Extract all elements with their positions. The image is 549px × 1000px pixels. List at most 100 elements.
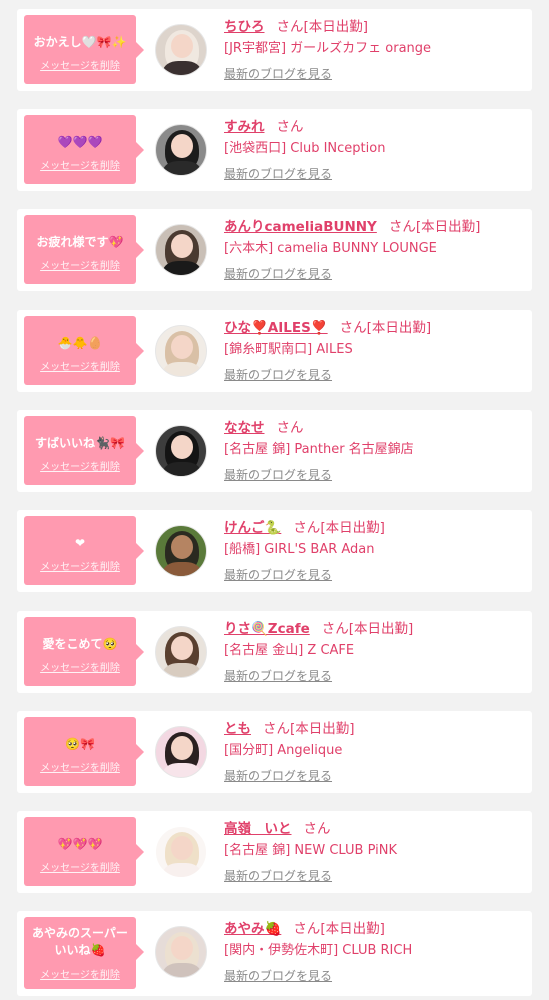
avatar[interactable] [155,626,207,678]
avatar[interactable] [155,325,207,377]
list-item: 🐣🐥🥚 メッセージを削除 ひな❣️AILES❣️ さん[本日出勤] [錦糸町駅南口… [17,310,532,392]
delete-message-link[interactable]: メッセージを削除 [24,966,136,981]
avatar[interactable] [155,525,207,577]
list-item: 💜💜💜 メッセージを削除 すみれ さん [池袋西口] Club INception… [17,109,532,191]
message-text: 💖💖💖 [57,837,103,851]
list-item: 愛をこめて🥺 メッセージを削除 りさ🍭Zcafe さん[本日出勤] [名古屋 金山… [17,611,532,693]
message-bubble: ❤ メッセージを削除 [24,516,144,585]
latest-blog-link[interactable]: 最新のブログを見る [224,767,524,785]
cast-name-link[interactable]: 高嶺 いと [224,821,292,837]
cast-info: けんご🐍 さん[本日出勤] [船橋] GIRL'S BAR Adan 最新のブログ… [224,518,524,584]
latest-blog-link[interactable]: 最新のブログを見る [224,165,524,183]
avatar[interactable] [155,425,207,477]
message-bubble: 愛をこめて🥺 メッセージを削除 [24,617,144,686]
cast-name-link[interactable]: とも [224,721,251,737]
delete-message-link[interactable]: メッセージを削除 [24,558,136,573]
message-bubble: おかえし🤍🎀✨ メッセージを削除 [24,15,144,84]
delete-message-link[interactable]: メッセージを削除 [24,458,136,473]
honorific: さん [276,19,304,35]
cast-name-link[interactable]: ちひろ [224,19,265,35]
list-item: 💖💖💖 メッセージを削除 高嶺 いと さん [名古屋 錦] NEW CLUB Pi… [17,811,532,893]
cast-name-link[interactable]: あんりcameliaBUNNY [224,219,377,235]
message-bubble: あやみのスーパーいいね🍓 メッセージを削除 [24,917,144,989]
latest-blog-link[interactable]: 最新のブログを見る [224,265,524,283]
delete-message-link[interactable]: メッセージを削除 [24,358,136,373]
latest-blog-link[interactable]: 最新のブログを見る [224,466,524,484]
honorific: さん [293,921,321,937]
cast-name-link[interactable]: りさ🍭Zcafe [224,621,310,637]
honorific: さん [339,320,367,336]
message-text: あやみのスーパーいいね🍓 [32,926,128,957]
avatar[interactable] [155,826,207,878]
list-item: すばいいね🐈‍⬛🎀 メッセージを削除 ななせ さん [名古屋 錦] Panther… [17,410,532,492]
delete-message-link[interactable]: メッセージを削除 [24,759,136,774]
delete-message-link[interactable]: メッセージを削除 [24,859,136,874]
list-item: お疲れ様です💖 メッセージを削除 あんりcameliaBUNNY さん[本日出勤]… [17,209,532,291]
message-bubble: 🥺🎀 メッセージを削除 [24,717,144,786]
cast-name-link[interactable]: すみれ [224,119,265,135]
latest-blog-link[interactable]: 最新のブログを見る [224,967,524,985]
honorific: さん [321,621,349,637]
honorific: さん [263,721,290,737]
latest-blog-link[interactable]: 最新のブログを見る [224,667,524,685]
shop-name: [JR宇都宮] ガールズカフェ orange [224,41,432,56]
cast-info: 高嶺 いと さん [名古屋 錦] NEW CLUB PiNK 最新のブログを見る [224,819,524,885]
message-bubble: すばいいね🐈‍⬛🎀 メッセージを削除 [24,416,144,485]
shop-name: [錦糸町駅南口] AILES [224,342,353,357]
message-text: お疲れ様です💖 [36,235,124,249]
cast-name-link[interactable]: けんご🐍 [224,520,281,536]
message-bubble: 💜💜💜 メッセージを削除 [24,115,144,184]
cast-name-link[interactable]: あやみ🍓 [224,921,281,937]
avatar[interactable] [155,726,207,778]
delete-message-link[interactable]: メッセージを削除 [24,257,136,272]
status-badge: [本日出勤] [303,19,369,35]
status-badge: [本日出勤] [366,320,432,336]
cast-info: とも さん[本日出勤] [国分町] Angelique 最新のブログを見る [224,719,524,785]
message-text: 愛をこめて🥺 [42,637,118,651]
status-badge: [本日出勤] [320,921,385,937]
cast-info: ちひろ さん[本日出勤] [JR宇都宮] ガールズカフェ orange 最新のブロ… [224,17,524,83]
honorific: さん [293,520,321,536]
latest-blog-link[interactable]: 最新のブログを見る [224,867,524,885]
latest-blog-link[interactable]: 最新のブログを見る [224,366,524,384]
message-bubble: お疲れ様です💖 メッセージを削除 [24,215,144,284]
list-item: ❤ メッセージを削除 けんご🐍 さん[本日出勤] [船橋] GIRL'S BAR … [17,510,532,592]
shop-name: [六本木] camelia BUNNY LOUNGE [224,241,437,256]
message-bubble: 🐣🐥🥚 メッセージを削除 [24,316,144,385]
shop-name: [名古屋 錦] NEW CLUB PiNK [224,843,397,858]
avatar[interactable] [155,124,207,176]
shop-name: [名古屋 錦] Panther 名古屋錦店 [224,442,414,457]
shop-name: [関内・伊勢佐木町] CLUB RICH [224,943,413,958]
list-item: 🥺🎀 メッセージを削除 とも さん[本日出勤] [国分町] Angelique 最… [17,711,532,793]
status-badge: [本日出勤] [415,219,481,235]
cast-info: ひな❣️AILES❣️ さん[本日出勤] [錦糸町駅南口] AILES 最新のブロ… [224,318,524,384]
message-text: ❤ [74,536,86,550]
cast-info: ななせ さん [名古屋 錦] Panther 名古屋錦店 最新のブログを見る [224,418,524,484]
latest-blog-link[interactable]: 最新のブログを見る [224,566,524,584]
cast-info: すみれ さん [池袋西口] Club INception 最新のブログを見る [224,117,524,183]
message-text: おかえし🤍🎀✨ [33,35,127,49]
latest-blog-link[interactable]: 最新のブログを見る [224,65,524,83]
list-item: おかえし🤍🎀✨ メッセージを削除 ちひろ さん[本日出勤] [JR宇都宮] ガール… [17,9,532,91]
cast-info: りさ🍭Zcafe さん[本日出勤] [名古屋 金山] Z CAFE 最新のブログを… [224,619,524,685]
message-text: 🥺🎀 [65,737,95,751]
avatar[interactable] [155,926,207,978]
status-badge: [本日出勤] [290,721,355,737]
message-text: 🐣🐥🥚 [57,336,103,350]
honorific: さん [276,420,304,436]
avatar[interactable] [155,24,207,76]
cast-info: あやみ🍓 さん[本日出勤] [関内・伊勢佐木町] CLUB RICH 最新のブログ… [224,919,524,985]
shop-name: [船橋] GIRL'S BAR Adan [224,542,375,557]
list-item: あやみのスーパーいいね🍓 メッセージを削除 あやみ🍓 さん[本日出勤] [関内・伊… [17,911,532,996]
status-badge: [本日出勤] [320,520,385,536]
cast-name-link[interactable]: ななせ [224,420,265,436]
message-bubble: 💖💖💖 メッセージを削除 [24,817,144,886]
delete-message-link[interactable]: メッセージを削除 [24,157,136,172]
avatar[interactable] [155,224,207,276]
message-text: すばいいね🐈‍⬛🎀 [35,436,125,450]
honorific: さん [388,219,416,235]
delete-message-link[interactable]: メッセージを削除 [24,57,136,72]
status-badge: [本日出勤] [348,621,414,637]
cast-name-link[interactable]: ひな❣️AILES❣️ [224,320,328,336]
delete-message-link[interactable]: メッセージを削除 [24,659,136,674]
